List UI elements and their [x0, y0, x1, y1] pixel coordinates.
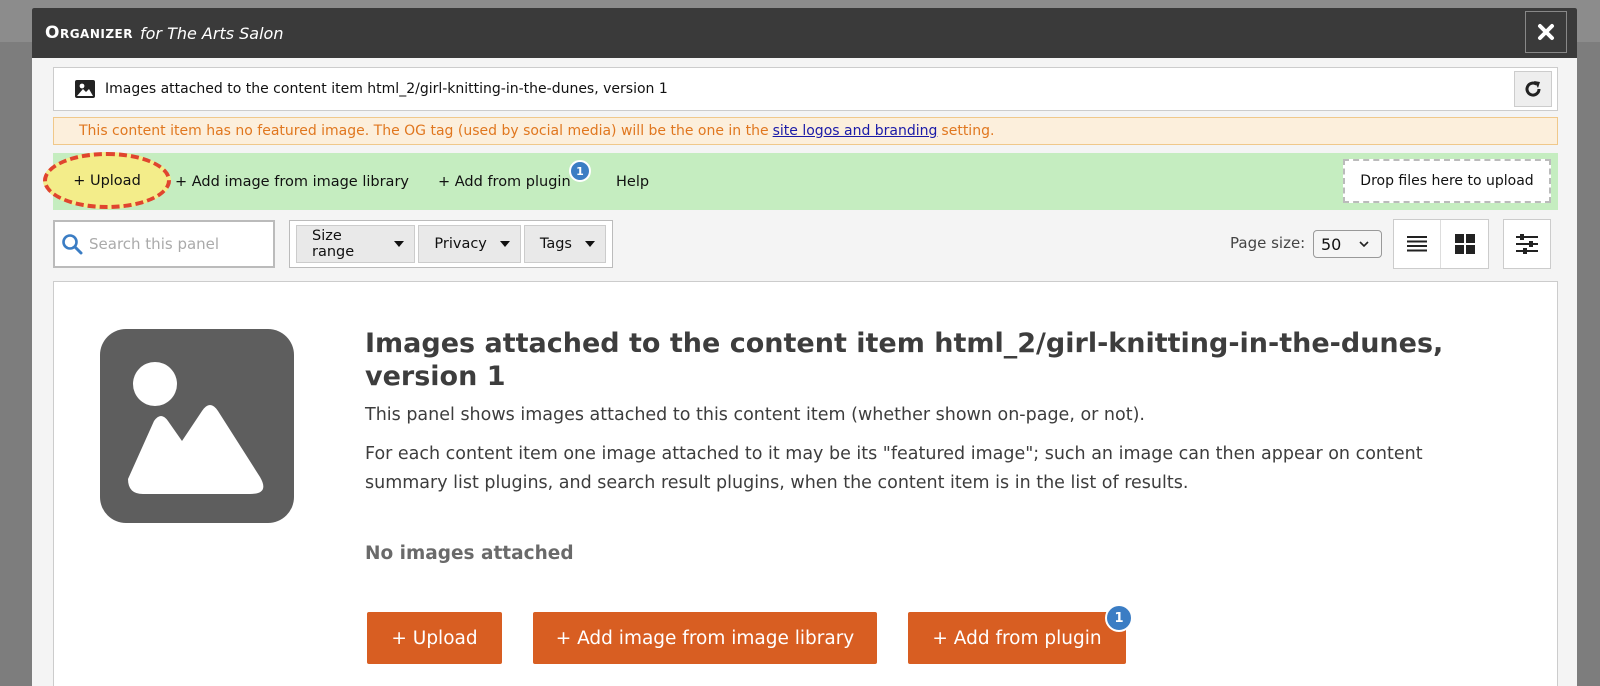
breadcrumb-text: Images attached to the content item html…	[105, 81, 668, 97]
chevron-down-icon	[1359, 241, 1369, 247]
size-range-label: Size range	[312, 228, 355, 260]
grid-view-button[interactable]	[1441, 220, 1488, 268]
modal-title: Organizer	[45, 23, 133, 43]
image-icon	[75, 80, 95, 98]
panel-title: Images attached to the content item html…	[365, 328, 1444, 392]
modal-titlebar: Organizer for The Arts Salon	[32, 8, 1577, 58]
search-box	[53, 220, 275, 268]
upload-dropzone[interactable]: Drop files here to upload	[1343, 159, 1551, 203]
add-library-label: + Add image from image library	[175, 173, 409, 190]
images-panel: Images attached to the content item html…	[53, 281, 1558, 686]
image-placeholder-icon	[100, 329, 294, 523]
action-toolbar: + Upload + Add image from image library …	[43, 152, 1558, 210]
add-plugin-label: + Add from plugin	[438, 173, 571, 190]
close-icon	[1538, 24, 1554, 40]
grid-icon	[1454, 234, 1475, 254]
featured-image-warning: This content item has no featured image.…	[53, 117, 1558, 145]
view-settings-button[interactable]	[1503, 219, 1551, 269]
warning-text: This content item has no featured image.…	[79, 123, 769, 139]
close-button[interactable]	[1525, 11, 1567, 53]
page-size-label: Page size:	[1230, 234, 1306, 252]
upload-button[interactable]: + Upload	[367, 612, 502, 664]
size-range-filter[interactable]: Size range	[296, 225, 416, 263]
sliders-icon	[1516, 234, 1538, 254]
organizer-modal: Organizer for The Arts Salon Images atta…	[32, 8, 1577, 686]
panel-intro: Images attached to the content item html…	[365, 327, 1495, 564]
refresh-icon	[1525, 81, 1541, 97]
site-logos-branding-link[interactable]: site logos and branding	[773, 123, 938, 139]
page-size-value: 50	[1321, 234, 1342, 254]
chevron-down-icon	[394, 241, 405, 247]
toolbar-add-library-button[interactable]: + Add image from image library	[175, 153, 409, 210]
modal-subtitle: for The Arts Salon	[139, 23, 284, 43]
toolbar-add-plugin-button[interactable]: + Add from plugin	[438, 153, 571, 210]
add-library-button-label: + Add image from image library	[555, 627, 855, 649]
privacy-label: Privacy	[434, 236, 487, 252]
panel-description-featured: For each content item one image attached…	[365, 444, 1423, 493]
plugin-count-badge: 1	[569, 160, 591, 182]
page-size-select[interactable]: 50	[1313, 230, 1382, 258]
chevron-down-icon	[585, 241, 595, 247]
refresh-button[interactable]	[1514, 71, 1552, 107]
add-from-library-button[interactable]: + Add image from image library	[533, 612, 877, 664]
empty-state-message: No images attached	[365, 543, 574, 564]
tags-filter[interactable]: Tags	[523, 225, 606, 263]
filter-dropdowns: Size range Privacy Tags	[289, 220, 613, 268]
dropzone-label: Drop files here to upload	[1360, 173, 1534, 189]
search-icon	[62, 234, 83, 255]
add-from-plugin-button[interactable]: + Add from plugin	[908, 612, 1126, 664]
toolbar-help-button[interactable]: Help	[616, 153, 649, 210]
tags-label: Tags	[539, 236, 572, 252]
add-plugin-button-label: + Add from plugin	[932, 627, 1102, 649]
breadcrumb: Images attached to the content item html…	[53, 67, 1558, 111]
toolbar-upload-button[interactable]: + Upload	[43, 152, 171, 209]
warning-text-end: setting.	[941, 123, 995, 139]
help-label: Help	[616, 173, 650, 190]
list-icon	[1407, 236, 1427, 252]
privacy-filter[interactable]: Privacy	[418, 225, 521, 263]
plugin-count-badge: 1	[1105, 604, 1133, 632]
view-switcher	[1393, 219, 1489, 269]
panel-description: This panel shows images attached to this…	[365, 405, 1145, 425]
filter-row: Size range Privacy Tags Page size: 50	[53, 218, 1558, 276]
list-view-button[interactable]	[1394, 220, 1441, 268]
upload-label: + Upload	[73, 172, 141, 189]
chevron-down-icon	[499, 241, 510, 247]
upload-button-label: + Upload	[391, 627, 478, 649]
search-input[interactable]	[89, 235, 269, 253]
